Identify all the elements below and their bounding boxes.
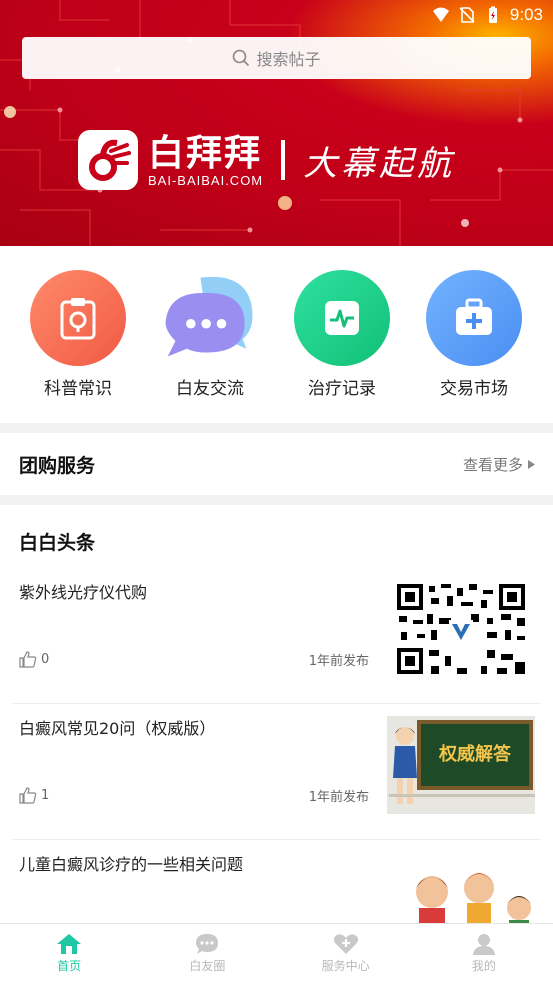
wifi-icon <box>432 7 449 22</box>
bottom-tab-bar: 首页 白友圈 服务中心 我的 <box>0 923 553 983</box>
logo-mark-icon <box>78 130 138 190</box>
no-sim-icon <box>459 7 475 23</box>
quick-entry-label: 交易市场 <box>440 379 508 399</box>
like-button[interactable]: 1 <box>19 787 49 804</box>
article-time: 1年前发布 <box>308 790 369 805</box>
thumbs-up-icon <box>19 651 37 668</box>
quick-entry-exchange[interactable]: 白友交流 <box>150 270 270 399</box>
article-title: 儿童白癜风诊疗的一些相关问题 <box>19 855 244 874</box>
quick-entry-label: 白友交流 <box>176 379 244 399</box>
search-input[interactable]: 搜索帖子 <box>22 37 531 79</box>
article-item[interactable]: 儿童白癜风诊疗的一些相关问题 <box>12 840 541 925</box>
article-title: 紫外线光疗仪代购 <box>19 583 148 602</box>
user-icon <box>472 934 495 955</box>
medical-kit-icon <box>426 270 522 366</box>
tab-mine[interactable]: 我的 <box>415 924 553 983</box>
tab-label: 我的 <box>471 959 496 973</box>
cartoon-children-thumbnail <box>387 852 535 925</box>
logo-english: BAI-BAIBAI.COM <box>148 172 264 188</box>
thumbs-up-icon <box>19 787 37 804</box>
article-title: 白癜风常见20问（权威版） <box>19 719 216 738</box>
banner-slogan: 大幕起航 <box>303 143 456 184</box>
home-icon <box>57 934 82 954</box>
battery-charging-icon <box>488 6 497 23</box>
tab-label: 首页 <box>57 959 82 973</box>
tab-label: 白友圈 <box>189 959 226 973</box>
banner[interactable]: 9:03 搜索帖子 白拜拜 BAI-BAIBAI.COM 大幕起航 <box>0 0 553 246</box>
article-item[interactable]: 白癜风常见20问（权威版） 1 1年前发布 权威解答 <box>12 704 541 840</box>
quick-entry-section: 科普常识 白友交流 治疗记录 交易市场 <box>0 246 553 423</box>
tab-service-center[interactable]: 服务中心 <box>277 924 415 983</box>
quick-entry-science[interactable]: 科普常识 <box>18 270 138 399</box>
article-time: 1年前发布 <box>308 654 369 669</box>
like-count: 0 <box>41 652 50 667</box>
heartbeat-monitor-icon <box>294 270 390 366</box>
tab-friends-circle[interactable]: 白友圈 <box>138 924 276 983</box>
qr-code-thumbnail <box>387 580 535 678</box>
article-item[interactable]: 紫外线光疗仪代购 0 1年前发布 <box>12 568 541 704</box>
view-more-label: 查看更多 <box>462 455 523 474</box>
like-button[interactable]: 0 <box>19 651 49 668</box>
quick-entry-label: 治疗记录 <box>308 379 376 399</box>
logo-chinese: 白拜拜 <box>148 131 263 174</box>
status-bar: 9:03 <box>432 4 543 26</box>
status-time: 9:03 <box>509 5 543 24</box>
headlines-section: 白白头条 紫外线光疗仪代购 0 1年前发布 白癜风常见20问（权威版） 1 1年… <box>0 505 553 925</box>
search-placeholder: 搜索帖子 <box>256 50 321 69</box>
quick-entry-records[interactable]: 治疗记录 <box>282 270 402 399</box>
like-count: 1 <box>41 788 50 803</box>
group-buy-title: 团购服务 <box>19 454 96 477</box>
view-more-link[interactable]: 查看更多 <box>463 454 535 475</box>
search-icon <box>233 49 250 67</box>
heart-plus-icon <box>333 934 358 954</box>
chat-icon <box>196 934 219 954</box>
tab-home[interactable]: 首页 <box>0 924 138 983</box>
thumbnail-caption: 权威解答 <box>439 744 511 765</box>
headlines-title: 白白头条 <box>19 532 96 554</box>
chat-bubbles-icon <box>162 270 258 366</box>
quick-entry-market[interactable]: 交易市场 <box>414 270 534 399</box>
quick-entry-label: 科普常识 <box>44 379 112 399</box>
triangle-right-icon <box>528 459 535 469</box>
logo-divider <box>281 140 286 180</box>
authoritative-answer-thumbnail: 权威解答 <box>387 716 535 814</box>
tab-label: 服务中心 <box>321 959 370 973</box>
group-buy-section: 团购服务 查看更多 <box>0 433 553 495</box>
brand-logo: 白拜拜 BAI-BAIBAI.COM 大幕起航 <box>78 130 455 190</box>
clipboard-icon <box>30 270 126 366</box>
